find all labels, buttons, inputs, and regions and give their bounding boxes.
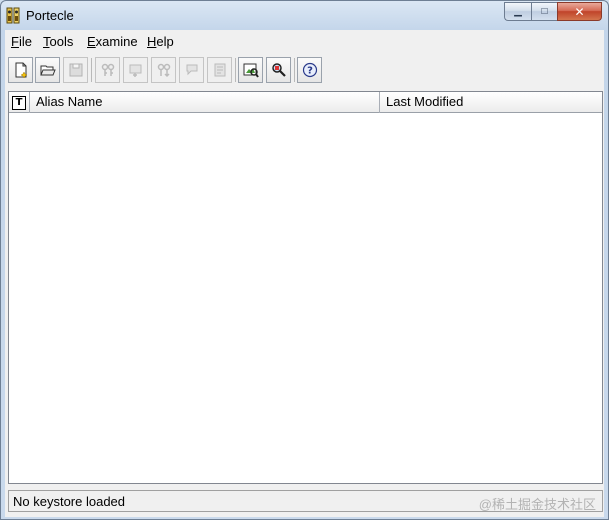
menu-help[interactable]: Help (147, 34, 174, 49)
maximize-button[interactable]: □ (531, 2, 557, 21)
keystore-table[interactable]: T Alias Name Last Modified (8, 91, 603, 484)
save-keystore-button[interactable] (63, 57, 88, 83)
menu-file[interactable]: File (11, 34, 32, 49)
menu-tools-label: Tools (43, 34, 74, 49)
svg-text:?: ? (307, 66, 313, 77)
window-controls: ▁ □ ✕ (504, 2, 602, 21)
set-password-icon (186, 64, 197, 76)
portecle-app-icon (6, 7, 20, 24)
toolbar-separator (235, 58, 236, 82)
client-area: File Tools Examine Help ? T Alias Name L… (5, 30, 604, 517)
menu-help-label: Help (147, 34, 174, 49)
table-header: T Alias Name Last Modified (9, 92, 602, 113)
keystore-report-button[interactable] (207, 57, 232, 83)
menu-examine[interactable]: Examine (87, 34, 138, 49)
examine-certificate-button[interactable] (238, 57, 263, 83)
alias-name-column-header[interactable]: Alias Name (31, 92, 380, 113)
status-text: No keystore loaded (13, 494, 126, 509)
status-bar: No keystore loaded @稀土掘金技术社区 (8, 490, 603, 512)
close-icon: ✕ (574, 4, 585, 19)
help-icon: ? (302, 62, 317, 78)
import-keypair-icon (157, 63, 170, 78)
set-password-button[interactable] (179, 57, 204, 83)
keystore-report-icon (214, 63, 225, 77)
save-keystore-icon (69, 63, 82, 77)
import-certificate-icon (129, 64, 141, 77)
examine-ssl-button[interactable] (266, 57, 291, 83)
import-certificate-button[interactable] (123, 57, 148, 83)
menu-bar: File Tools Examine Help (5, 30, 604, 53)
examine-ssl-icon (271, 63, 286, 77)
toolbar: ? (5, 54, 604, 87)
type-column-header[interactable]: T (9, 92, 30, 113)
type-column-icon: T (12, 95, 26, 110)
toolbar-separator (294, 58, 295, 82)
title-bar[interactable]: Portecle ▁ □ ✕ (1, 1, 608, 30)
import-keypair-button[interactable] (151, 57, 176, 83)
portecle-window: Portecle ▁ □ ✕ File Tools Examine Help ?… (0, 0, 609, 520)
watermark-text: @稀土掘金技术社区 (478, 497, 596, 512)
menu-examine-label: Examine (87, 34, 138, 49)
new-keystore-icon (15, 62, 28, 78)
examine-certificate-icon (243, 63, 259, 78)
help-button[interactable]: ? (297, 57, 322, 83)
minimize-icon: ▁ (514, 5, 522, 17)
last-modified-column-header[interactable]: Last Modified (381, 92, 602, 113)
menu-file-label: File (11, 34, 32, 49)
toolbar-separator (91, 58, 92, 82)
maximize-icon: □ (541, 5, 548, 17)
generate-keypair-button[interactable] (95, 57, 120, 83)
window-title: Portecle (26, 8, 74, 23)
open-keystore-icon (39, 65, 56, 76)
generate-keypair-icon (101, 63, 114, 76)
menu-tools[interactable]: Tools (43, 34, 73, 49)
minimize-button[interactable]: ▁ (504, 2, 531, 21)
open-keystore-button[interactable] (35, 57, 60, 83)
close-button[interactable]: ✕ (557, 2, 602, 21)
new-keystore-button[interactable] (8, 57, 33, 83)
